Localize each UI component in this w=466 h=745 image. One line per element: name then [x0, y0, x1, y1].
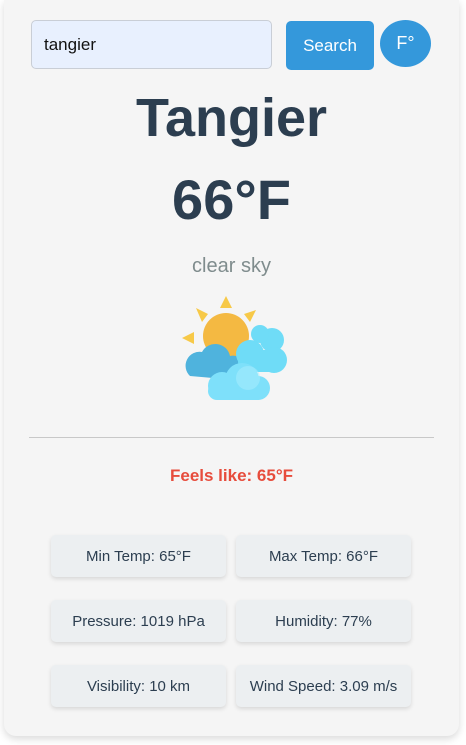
weather-description: clear sky	[192, 255, 271, 277]
visibility-stat: Visibility: 10 km	[51, 665, 226, 707]
unit-toggle-button[interactable]: F°	[380, 20, 431, 67]
humidity-stat: Humidity: 77%	[236, 600, 411, 642]
search-button[interactable]: Search	[286, 21, 374, 70]
city-name: Tangier	[135, 88, 328, 148]
min-temp-stat: Min Temp: 65°F	[51, 535, 226, 577]
pressure-stat: Pressure: 1019 hPa	[51, 600, 226, 642]
weather-card: Search F° Tangier 66°F clear sky Feels l…	[4, 0, 459, 736]
current-temperature: 66°F	[172, 168, 291, 231]
sun-behind-clouds-icon	[182, 296, 287, 400]
max-temp-stat: Max Temp: 66°F	[236, 535, 411, 577]
divider	[29, 437, 434, 438]
feels-like: Feels like: 65°F	[169, 466, 294, 485]
search-input[interactable]	[31, 20, 272, 69]
wind-speed-stat: Wind Speed: 3.09 m/s	[236, 665, 411, 707]
